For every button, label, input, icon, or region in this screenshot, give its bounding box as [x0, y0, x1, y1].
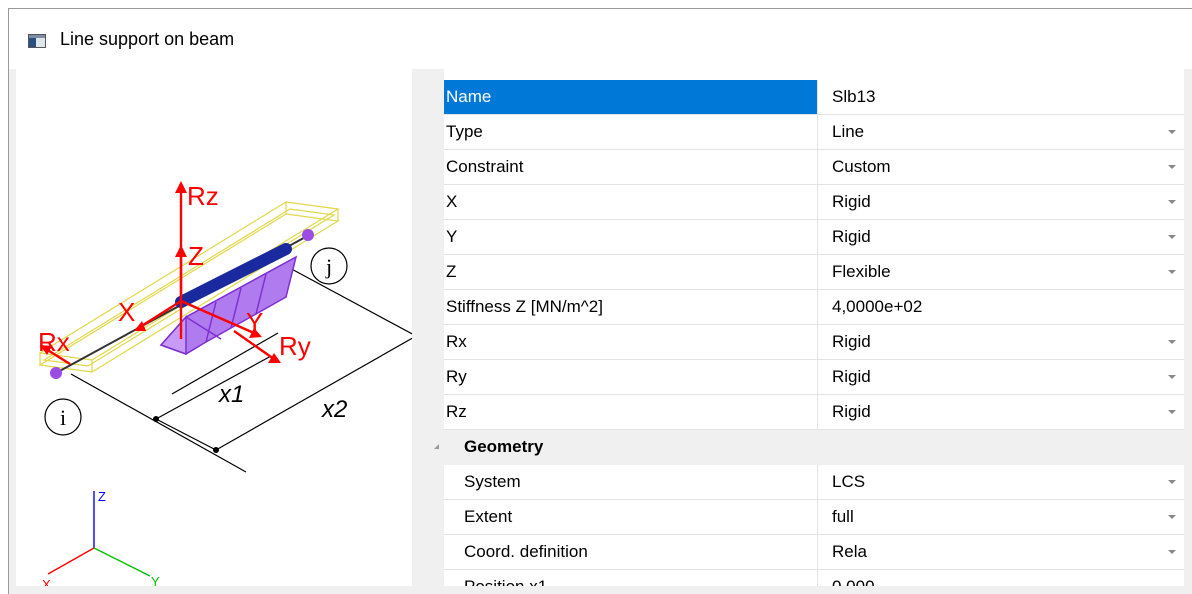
- property-row[interactable]: Rz Rigid: [444, 395, 1184, 430]
- label-node-i: i: [60, 405, 66, 430]
- property-row[interactable]: X Rigid: [444, 185, 1184, 220]
- chevron-down-icon[interactable]: [1168, 235, 1176, 239]
- property-name[interactable]: Y: [444, 220, 818, 254]
- title-bar: Line support on beam: [9, 9, 1192, 69]
- property-row[interactable]: Y Rigid: [444, 220, 1184, 255]
- property-value-dropdown[interactable]: Rigid: [826, 325, 1184, 359]
- property-row[interactable]: System LCS: [444, 465, 1184, 500]
- axis-triad: Z X Y: [42, 489, 160, 586]
- property-name[interactable]: Name: [444, 80, 818, 114]
- property-row[interactable]: Ry Rigid: [444, 360, 1184, 395]
- property-name[interactable]: Stiffness Z [MN/m^2]: [444, 290, 818, 324]
- property-value-dropdown[interactable]: Rela: [826, 535, 1184, 569]
- preview-diagram-panel: Rz Z X Y Rx Ry i j x1 x2 Z X Y: [16, 69, 412, 586]
- node-j-marker: [302, 229, 314, 241]
- property-row[interactable]: Z Flexible: [444, 255, 1184, 290]
- axis-label-x: X: [42, 577, 51, 586]
- property-value-dropdown[interactable]: Rigid: [826, 185, 1184, 219]
- chevron-down-icon[interactable]: [1168, 410, 1176, 414]
- line-support-diagram: Rz Z X Y Rx Ry i j x1 x2 Z X Y: [38, 181, 412, 586]
- window-icon: [28, 34, 46, 48]
- property-row[interactable]: Type Line: [444, 115, 1184, 150]
- label-z: Z: [188, 241, 204, 271]
- label-x: X: [118, 297, 135, 327]
- label-node-j: j: [325, 254, 332, 279]
- property-grid: Name Slb13 Type Line Constraint Custom X Rigid Y…: [428, 69, 1184, 586]
- property-value-dropdown[interactable]: Flexible: [826, 255, 1184, 289]
- property-name[interactable]: X: [444, 185, 818, 219]
- chevron-down-icon[interactable]: [1168, 165, 1176, 169]
- chevron-down-icon[interactable]: [1168, 270, 1176, 274]
- property-value-dropdown[interactable]: Rigid: [826, 220, 1184, 254]
- property-value-dropdown[interactable]: Rigid: [826, 360, 1184, 394]
- property-value-dropdown[interactable]: Custom: [826, 150, 1184, 184]
- label-x2: x2: [321, 396, 347, 423]
- chevron-down-icon[interactable]: [1168, 200, 1176, 204]
- window-title: Line support on beam: [60, 29, 235, 49]
- dimension-labels: x1 x2: [218, 381, 347, 423]
- label-ry: Ry: [279, 331, 311, 361]
- property-value-field[interactable]: Slb13: [826, 80, 1184, 114]
- property-row[interactable]: Stiffness Z [MN/m^2] 4,0000e+02: [444, 290, 1184, 325]
- property-name[interactable]: Ry: [444, 360, 818, 394]
- label-rx: Rx: [38, 327, 70, 357]
- chevron-down-icon[interactable]: [1168, 480, 1176, 484]
- property-name[interactable]: Z: [444, 255, 818, 289]
- chevron-down-icon[interactable]: [1168, 550, 1176, 554]
- node-i-marker: [50, 367, 62, 379]
- property-name[interactable]: Rx: [444, 325, 818, 359]
- chevron-down-icon[interactable]: [1168, 515, 1176, 519]
- property-row[interactable]: Name Slb13: [444, 80, 1184, 115]
- property-row[interactable]: Position x1 0,000: [444, 570, 1184, 586]
- chevron-down-icon[interactable]: [1168, 340, 1176, 344]
- category-row-geometry[interactable]: Geometry: [434, 430, 1184, 465]
- label-y: Y: [246, 307, 263, 337]
- property-value-dropdown[interactable]: full: [826, 500, 1184, 534]
- property-name[interactable]: Rz: [444, 395, 818, 429]
- axis-label-z: Z: [98, 489, 106, 504]
- label-rz: Rz: [187, 181, 219, 211]
- property-value-dropdown[interactable]: Line: [826, 115, 1184, 149]
- property-value-field[interactable]: 0,000: [826, 570, 1184, 586]
- property-value-dropdown[interactable]: LCS: [826, 465, 1184, 499]
- property-row[interactable]: Rx Rigid: [444, 325, 1184, 360]
- property-row[interactable]: Extent full: [444, 500, 1184, 535]
- property-value-dropdown[interactable]: Rigid: [826, 395, 1184, 429]
- property-name[interactable]: Coord. definition: [444, 535, 818, 569]
- property-row[interactable]: Constraint Custom: [444, 150, 1184, 185]
- axis-label-y: Y: [151, 574, 160, 586]
- chevron-down-icon[interactable]: [1168, 375, 1176, 379]
- property-name[interactable]: Constraint: [444, 150, 818, 184]
- property-name[interactable]: Position x1: [444, 570, 818, 586]
- category-label: Geometry: [464, 437, 544, 456]
- property-name[interactable]: Type: [444, 115, 818, 149]
- property-name[interactable]: Extent: [444, 500, 818, 534]
- label-x1: x1: [218, 381, 244, 408]
- chevron-down-icon[interactable]: [1168, 130, 1176, 134]
- property-name[interactable]: System: [444, 465, 818, 499]
- collapse-icon[interactable]: [434, 444, 439, 449]
- property-row[interactable]: Coord. definition Rela: [444, 535, 1184, 570]
- property-grid-gutter: [428, 69, 444, 586]
- property-value-field[interactable]: 4,0000e+02: [826, 290, 1184, 324]
